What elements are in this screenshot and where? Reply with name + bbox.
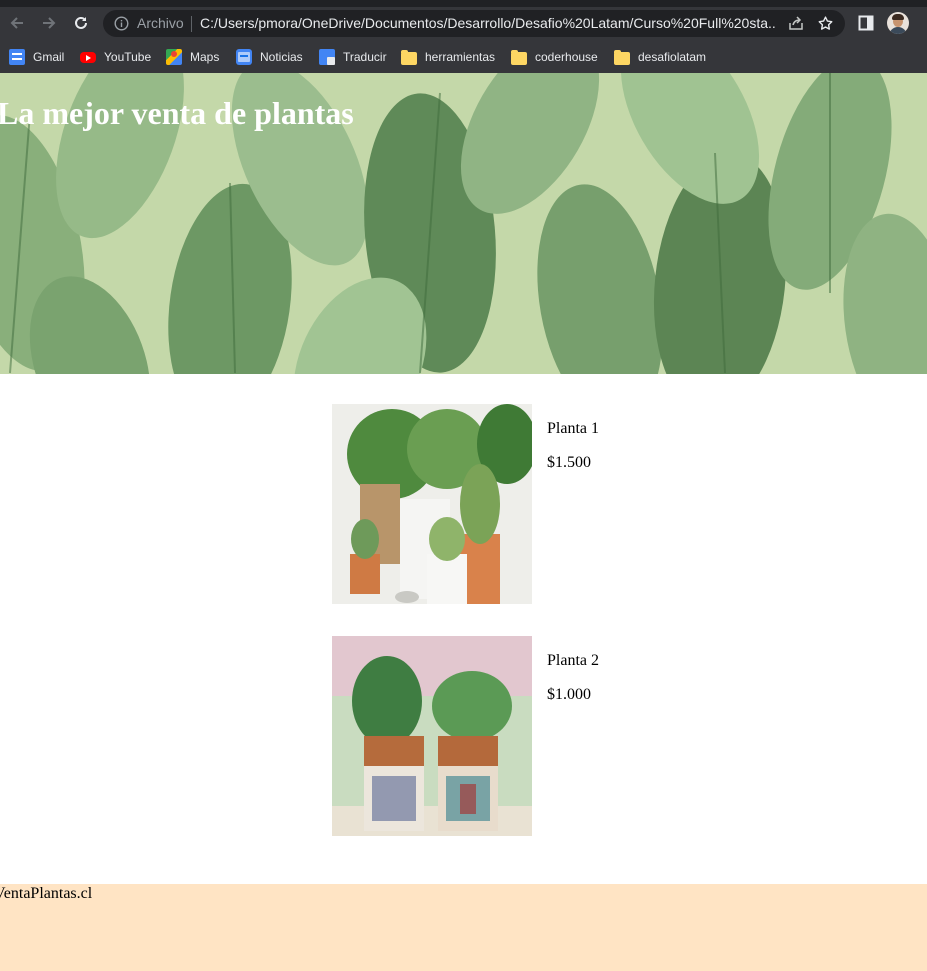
folder-icon: [511, 49, 527, 65]
bookmark-youtube[interactable]: YouTube: [80, 48, 151, 66]
bookmarks-bar: Gmail YouTube Maps Noticias Traducir her…: [0, 40, 927, 73]
folder-icon: [614, 49, 630, 65]
product-price: $1.000: [547, 686, 591, 703]
product-name: Planta 2: [547, 652, 599, 669]
bookmark-folder-desafiolatam[interactable]: desafiolatam: [614, 48, 706, 66]
bookmark-gmail[interactable]: Gmail: [9, 48, 64, 66]
reload-icon: [75, 16, 87, 29]
page-footer: VentaPlantas.cl: [0, 884, 927, 971]
forward-button[interactable]: [37, 11, 61, 35]
hero-banner: La mejor venta de plantas: [0, 73, 927, 374]
info-icon[interactable]: [114, 16, 129, 31]
star-icon[interactable]: [817, 15, 834, 32]
browser-toolbar: Archivo C:/Users/pmora/OneDrive/Document…: [0, 7, 927, 40]
folder-icon: [401, 49, 417, 65]
share-icon[interactable]: [787, 15, 805, 33]
gmail-icon: [9, 49, 25, 65]
product-card: Planta 2 $1.000: [332, 636, 732, 836]
translate-icon: [319, 49, 335, 65]
bookmark-folder-herramientas[interactable]: herramientas: [401, 48, 495, 66]
browser-chrome: Archivo C:/Users/pmora/OneDrive/Document…: [0, 0, 927, 73]
bookmark-folder-coderhouse[interactable]: coderhouse: [511, 48, 598, 66]
scheme-label: Archivo: [137, 15, 184, 31]
potted-plants-image: [332, 404, 532, 604]
address-bar[interactable]: Archivo C:/Users/pmora/OneDrive/Document…: [103, 10, 845, 37]
product-name: Planta 1: [547, 420, 599, 437]
bookmark-traducir[interactable]: Traducir: [319, 48, 387, 66]
product-card: Planta 1 $1.500: [332, 404, 732, 604]
back-button[interactable]: [5, 11, 29, 35]
succulents-image: [332, 636, 532, 836]
news-icon: [236, 49, 252, 65]
arrow-left-icon: [10, 17, 23, 29]
product-image: [332, 636, 532, 836]
youtube-icon: [80, 51, 96, 63]
bookmark-maps[interactable]: Maps: [166, 48, 219, 66]
arrow-right-icon: [43, 17, 56, 29]
profile-avatar[interactable]: [887, 12, 909, 34]
footer-text: VentaPlantas.cl: [0, 885, 93, 902]
product-price: $1.500: [547, 454, 591, 471]
side-panel-icon[interactable]: [858, 15, 875, 32]
product-image: [332, 404, 532, 604]
address-divider: [191, 16, 192, 32]
reload-button[interactable]: [69, 11, 93, 35]
maps-icon: [166, 49, 182, 65]
page-title: La mejor venta de plantas: [0, 95, 354, 131]
bookmark-noticias[interactable]: Noticias: [236, 48, 303, 66]
url-text[interactable]: C:/Users/pmora/OneDrive/Documentos/Desar…: [200, 15, 775, 31]
